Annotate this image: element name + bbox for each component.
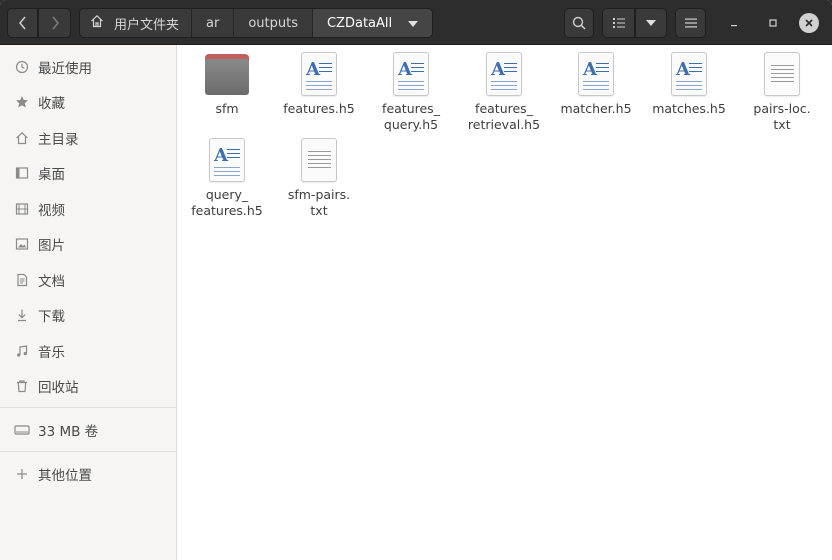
trash-icon — [14, 379, 30, 393]
maximize-icon — [769, 19, 777, 27]
document-icon: A — [301, 52, 337, 96]
sidebar-item-starred[interactable]: 收藏 — [0, 84, 176, 119]
document-icon: A — [578, 52, 614, 96]
clock-icon — [14, 60, 30, 74]
close-icon — [805, 19, 813, 27]
file-item-matcher-h5[interactable]: A matcher.h5 — [551, 52, 641, 117]
sidebar-item-downloads[interactable]: 下载 — [0, 297, 176, 332]
home-icon — [14, 131, 30, 145]
document-icon: A — [486, 52, 522, 96]
chevron-right-icon — [51, 16, 59, 30]
sidebar-item-other-locations[interactable]: 其他位置 — [0, 456, 176, 491]
music-icon — [14, 344, 30, 358]
file-item-sfm-pairs-txt[interactable]: sfm-pairs. txt — [274, 138, 364, 219]
file-label: query_ features.h5 — [191, 187, 263, 218]
forward-button[interactable] — [38, 8, 71, 38]
sidebar-item-trash[interactable]: 回收站 — [0, 368, 176, 403]
chevron-down-icon — [408, 16, 419, 31]
breadcrumb: 用户文件夹 ar outputs CZDataAll — [79, 8, 434, 38]
sidebar-item-label: 主目录 — [38, 131, 79, 148]
sidebar-item-label: 33 MB 卷 — [38, 423, 99, 440]
file-manager-window: 用户文件夹 ar outputs CZDataAll 最近使用 收藏 主目录 桌… — [0, 0, 832, 560]
search-icon — [572, 16, 586, 30]
file-item-query-features-h5[interactable]: A query_ features.h5 — [182, 138, 272, 219]
drive-icon — [14, 423, 30, 437]
sidebar-item-recent[interactable]: 最近使用 — [0, 49, 176, 84]
sidebar-item-home[interactable]: 主目录 — [0, 120, 176, 155]
sidebar-item-label: 视频 — [38, 202, 65, 219]
sidebar-item-label: 回收站 — [38, 379, 79, 396]
minimize-icon — [731, 25, 737, 27]
file-label: features_ retrieval.h5 — [467, 101, 541, 132]
breadcrumb-label-outputs: outputs — [248, 15, 298, 31]
sidebar-item-label: 音乐 — [38, 344, 65, 361]
sidebar-item-label: 文档 — [38, 273, 65, 290]
search-button[interactable] — [564, 8, 594, 38]
sidebar-item-label: 桌面 — [38, 166, 65, 183]
file-label: features_ query.h5 — [382, 101, 440, 132]
close-button[interactable] — [799, 13, 819, 33]
sidebar-item-music[interactable]: 音乐 — [0, 333, 176, 368]
file-label: matcher.h5 — [560, 101, 632, 116]
breadcrumb-home[interactable]: 用户文件夹 — [80, 9, 193, 37]
file-item-pairs-loc-txt[interactable]: pairs-loc. txt — [737, 52, 827, 133]
download-icon — [14, 308, 30, 322]
file-label: sfm-pairs. txt — [287, 187, 351, 218]
file-item-features-retrieval-h5[interactable]: A features_ retrieval.h5 — [459, 52, 549, 133]
breadcrumb-label-current: CZDataAll — [326, 15, 393, 31]
document-icon: A — [393, 52, 429, 96]
file-label: features.h5 — [283, 101, 355, 116]
folder-icon — [205, 54, 249, 96]
home-icon — [90, 14, 104, 32]
file-item-sfm[interactable]: sfm — [182, 52, 272, 117]
file-label: pairs-loc. txt — [753, 101, 811, 132]
breadcrumb-label-home: 用户文件夹 — [114, 17, 180, 33]
breadcrumb-outputs[interactable]: outputs — [234, 9, 313, 37]
sidebar-item-videos[interactable]: 视频 — [0, 191, 176, 226]
document-icon — [14, 273, 30, 287]
file-item-features-query-h5[interactable]: A features_ query.h5 — [366, 52, 456, 133]
video-icon — [14, 202, 30, 216]
plus-icon — [14, 468, 30, 480]
file-item-matches-h5[interactable]: A matches.h5 — [644, 52, 734, 117]
sidebar-item-documents[interactable]: 文档 — [0, 262, 176, 297]
view-options-button[interactable] — [635, 8, 667, 38]
chevron-down-icon — [646, 20, 656, 26]
menu-button[interactable] — [675, 8, 706, 38]
file-grid: sfm A features.h5 A features_ query.h5 A — [177, 45, 832, 560]
minimize-button[interactable] — [724, 13, 744, 33]
maximize-button[interactable] — [763, 13, 783, 33]
file-label: sfm — [215, 101, 239, 116]
document-icon: A — [671, 52, 707, 96]
back-button[interactable] — [7, 8, 38, 38]
sidebar-item-label: 其他位置 — [38, 467, 92, 484]
hamburger-menu-icon — [684, 18, 697, 28]
image-icon — [14, 237, 30, 251]
sidebar-item-label: 下载 — [38, 308, 65, 325]
header-bar: 用户文件夹 ar outputs CZDataAll — [0, 0, 832, 45]
list-view-icon — [612, 18, 625, 28]
sidebar-separator — [0, 407, 176, 408]
sidebar-item-desktop[interactable]: 桌面 — [0, 155, 176, 190]
breadcrumb-ar[interactable]: ar — [192, 9, 235, 37]
chevron-left-icon — [18, 16, 26, 30]
breadcrumb-current[interactable]: CZDataAll — [312, 9, 433, 37]
desktop-icon — [14, 166, 30, 180]
breadcrumb-label-ar: ar — [206, 15, 220, 31]
sidebar-separator — [0, 451, 176, 452]
text-file-icon — [764, 52, 800, 96]
sidebar-item-label: 图片 — [38, 237, 65, 254]
list-view-button[interactable] — [602, 8, 635, 38]
sidebar-item-pictures[interactable]: 图片 — [0, 226, 176, 261]
sidebar-item-volume[interactable]: 33 MB 卷 — [0, 412, 176, 447]
text-file-icon — [301, 138, 337, 182]
document-icon: A — [209, 138, 245, 182]
sidebar-item-label: 最近使用 — [38, 60, 92, 77]
star-icon — [14, 95, 30, 109]
file-item-features-h5[interactable]: A features.h5 — [274, 52, 364, 117]
sidebar: 最近使用 收藏 主目录 桌面 视频 图片 文档 下载 音乐 回收站 33 MB … — [0, 45, 177, 560]
sidebar-item-label: 收藏 — [38, 95, 65, 112]
file-label: matches.h5 — [652, 101, 726, 116]
